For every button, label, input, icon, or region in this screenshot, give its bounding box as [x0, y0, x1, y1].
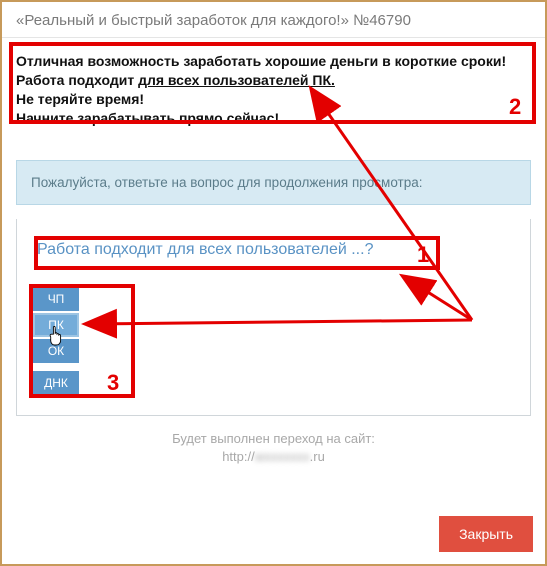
- instruction-notice: Пожалуйста, ответьте на вопрос для продо…: [16, 160, 531, 205]
- url-suffix: .ru: [310, 449, 325, 464]
- ad-line-2-underlined: для всех пользователей ПК.: [138, 72, 335, 88]
- content-area: Отличная возможность заработать хорошие …: [2, 44, 545, 466]
- window-title: «Реальный и быстрый заработок для каждог…: [2, 2, 545, 38]
- question-text: Работа подходит для всех пользователей .…: [33, 235, 514, 265]
- redirect-line1: Будет выполнен переход на сайт:: [2, 430, 545, 448]
- ad-description: Отличная возможность заработать хорошие …: [8, 44, 539, 136]
- ad-line-4: Начните зарабатывать прямо сейчас!: [16, 109, 531, 128]
- url-prefix: http://: [222, 449, 255, 464]
- ad-line-3: Не теряйте время!: [16, 90, 531, 109]
- option-dnk[interactable]: ДНК: [33, 371, 79, 395]
- question-panel: Работа подходит для всех пользователей .…: [16, 219, 531, 416]
- ad-line-2a: Работа подходит: [16, 72, 138, 88]
- answer-options: ЧП ПК ОК ДНК: [33, 287, 514, 395]
- option-pk[interactable]: ПК: [33, 313, 79, 337]
- redirect-url: http://wxxxxxxx.ru: [2, 448, 545, 466]
- option-chp[interactable]: ЧП: [33, 287, 79, 311]
- option-ok[interactable]: ОК: [33, 339, 79, 363]
- url-hidden: wxxxxxxx: [255, 449, 310, 464]
- modal-window: «Реальный и быстрый заработок для каждог…: [0, 0, 547, 566]
- redirect-notice: Будет выполнен переход на сайт: http://w…: [2, 430, 545, 466]
- ad-line-2: Работа подходит для всех пользователей П…: [16, 71, 531, 90]
- ad-line-1: Отличная возможность заработать хорошие …: [16, 52, 531, 71]
- close-button[interactable]: Закрыть: [439, 516, 533, 552]
